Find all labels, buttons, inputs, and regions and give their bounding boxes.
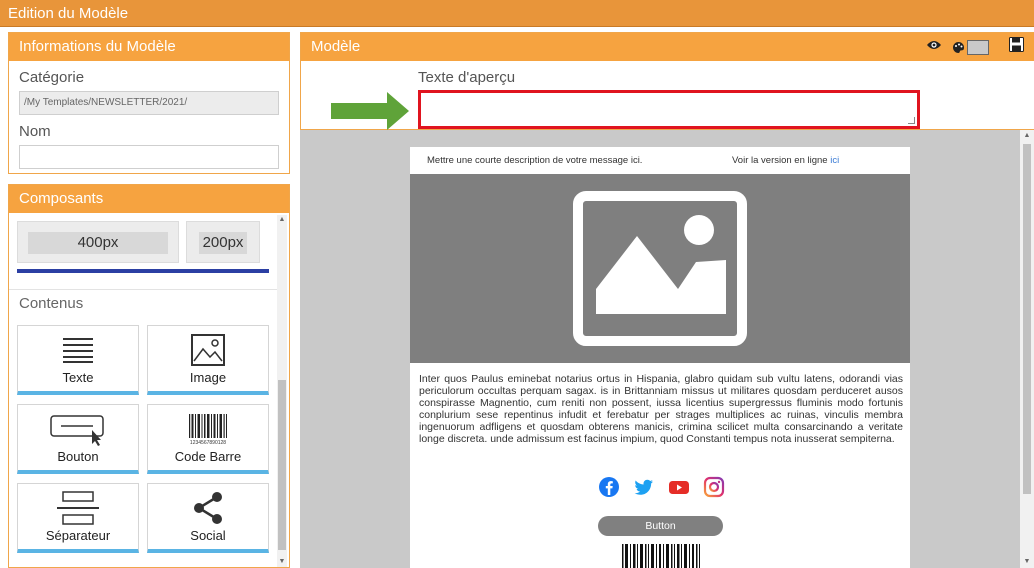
tile-bouton[interactable]: Bouton [17, 404, 139, 474]
canvas-scroll-up[interactable]: ▲ [1020, 130, 1034, 142]
body-paragraph[interactable]: Inter quos Paulus eminebat notarius ortu… [419, 373, 903, 446]
color-swatch[interactable] [967, 39, 989, 55]
model-info-panel: Informations du Modèle Catégorie /My Tem… [8, 32, 290, 174]
components-panel: Composants 400px 200px Contenus Texte Im… [8, 184, 290, 568]
image-icon [148, 332, 268, 368]
email-button[interactable]: Button [598, 516, 723, 536]
image-placeholder-icon [573, 191, 747, 346]
contents-label: Contenus [19, 295, 84, 312]
social-icons-row [598, 476, 725, 498]
view-online-label: Voir la version en ligne [732, 155, 828, 166]
instagram-icon[interactable] [703, 476, 725, 498]
view-online-link[interactable]: ici [830, 155, 839, 166]
tile-label: Code Barre [174, 449, 242, 464]
window-title: Edition du Modèle [8, 5, 129, 22]
category-label: Catégorie [19, 69, 85, 86]
save-icon[interactable] [1009, 37, 1024, 57]
eye-icon[interactable] [926, 38, 942, 56]
twitter-icon[interactable] [633, 476, 655, 498]
window-title-bar: Edition du Modèle [0, 0, 1034, 27]
separator-icon [18, 490, 138, 526]
hero-image-placeholder[interactable] [410, 174, 910, 363]
text-icon [18, 332, 138, 368]
tile-image[interactable]: Image [147, 325, 269, 395]
view-online-text[interactable]: Voir la version en ligne ici [732, 155, 839, 166]
size-400-block[interactable]: 400px [17, 221, 179, 263]
components-body: 400px 200px Contenus Texte Image Bouton … [9, 213, 277, 567]
components-header: Composants [9, 185, 289, 213]
tile-texte[interactable]: Texte [17, 325, 139, 395]
tile-label: Bouton [57, 449, 99, 464]
tile-label: Texte [62, 370, 94, 385]
model-toolbar [926, 33, 1024, 61]
tile-social[interactable]: Social [147, 483, 269, 553]
facebook-icon[interactable] [598, 476, 620, 498]
section-divider [9, 289, 277, 290]
canvas-scroll-down[interactable]: ▼ [1020, 556, 1034, 568]
size-divider [17, 269, 269, 273]
model-info-header: Informations du Modèle [9, 33, 289, 61]
tile-code-barre[interactable]: 1234567890128 Code Barre [147, 404, 269, 474]
scroll-down-arrow[interactable]: ▼ [277, 557, 287, 567]
palette-icon[interactable] [952, 39, 989, 55]
youtube-icon[interactable] [668, 476, 690, 498]
resize-grip[interactable] [908, 117, 915, 124]
model-panel: Modèle Texte d'aperçu [300, 32, 1034, 130]
components-scrollbar[interactable]: ▲ ▼ [277, 215, 287, 567]
name-field[interactable] [19, 145, 279, 169]
tile-label: Social [190, 528, 226, 543]
template-canvas: Mettre une courte description de votre m… [300, 130, 1034, 568]
category-field[interactable]: /My Templates/NEWSLETTER/2021/ [19, 91, 279, 115]
name-label: Nom [19, 123, 51, 140]
canvas-scrollbar[interactable]: ▲ ▼ [1020, 130, 1034, 568]
svg-text:1234567890128: 1234567890128 [190, 440, 226, 446]
scroll-up-arrow[interactable]: ▲ [277, 215, 287, 225]
size-200-block[interactable]: 200px [186, 221, 260, 263]
barcode-icon: 1234567890128 [148, 411, 268, 447]
tile-label: Séparateur [45, 528, 111, 543]
email-preview: Mettre une courte description de votre m… [410, 147, 910, 568]
canvas-scroll-thumb[interactable] [1023, 144, 1031, 494]
preview-text-input[interactable] [418, 90, 920, 129]
button-icon [18, 411, 138, 447]
tile-label: Image [189, 370, 227, 385]
email-barcode[interactable] [621, 544, 701, 568]
tile-separateur[interactable]: Séparateur [17, 483, 139, 553]
size-400-label: 400px [28, 232, 168, 254]
model-header: Modèle [301, 33, 1034, 61]
share-icon [148, 490, 268, 526]
preview-text-label: Texte d'aperçu [418, 69, 516, 86]
green-arrow [331, 92, 409, 130]
scroll-thumb[interactable] [278, 380, 286, 550]
size-200-label: 200px [199, 232, 247, 254]
preheader-text[interactable]: Mettre une courte description de votre m… [427, 155, 642, 166]
